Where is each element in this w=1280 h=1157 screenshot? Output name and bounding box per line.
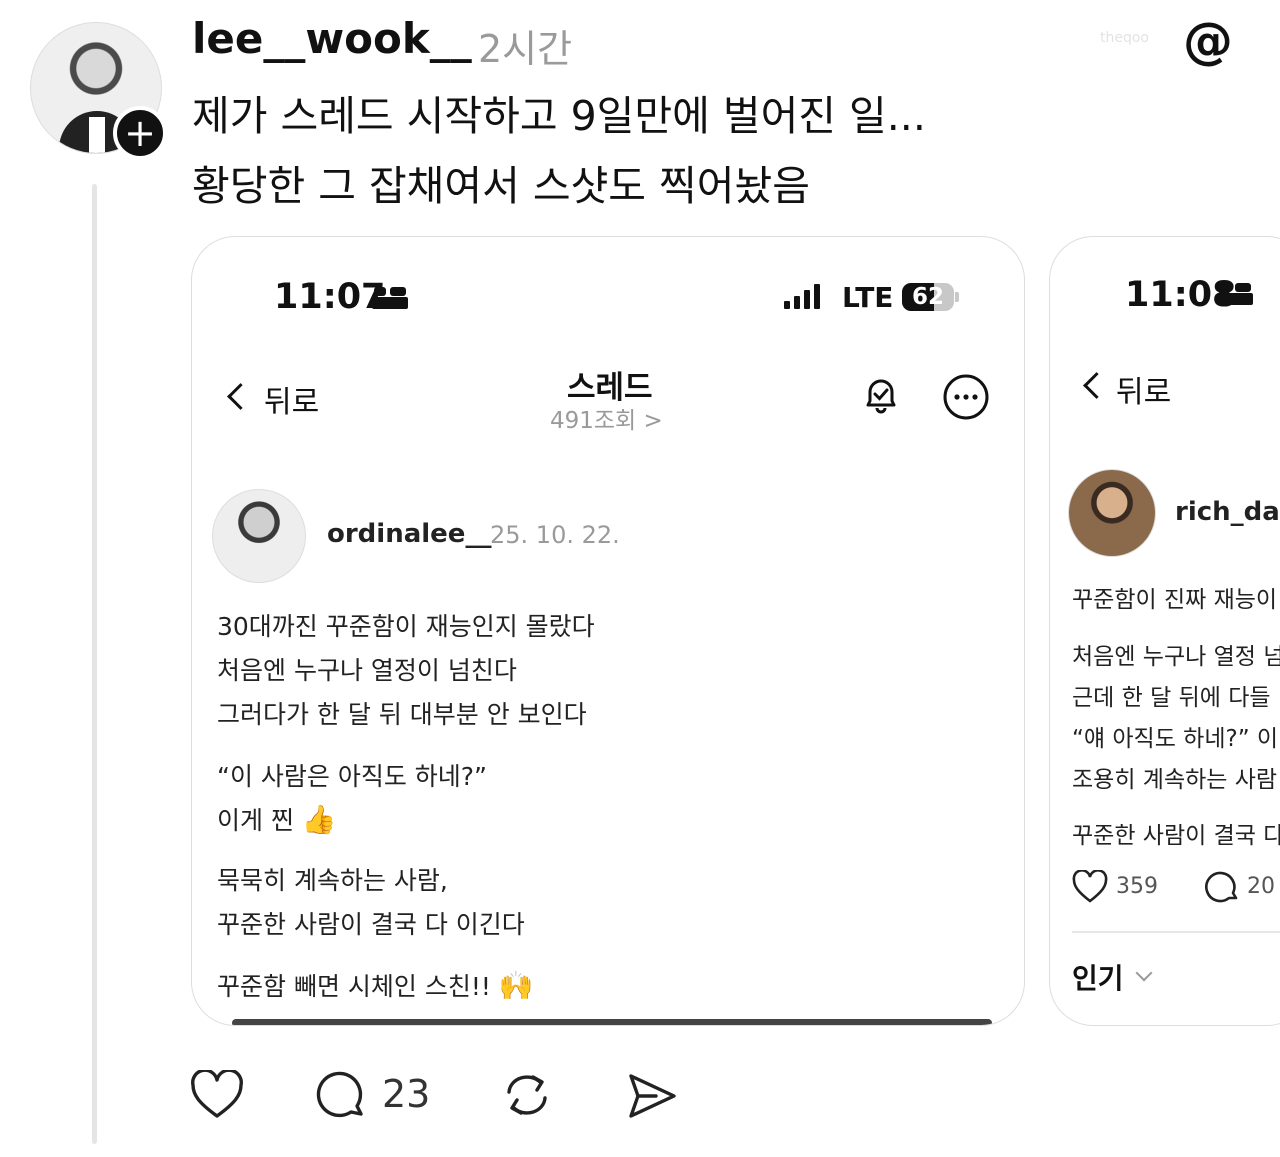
card2-divider — [1072, 931, 1280, 933]
post-author-username[interactable]: ordinalee__ — [327, 519, 491, 549]
repost-icon[interactable] — [500, 1068, 554, 1122]
back-button-2[interactable]: 뒤로 — [1116, 367, 1171, 411]
post-date: 25. 10. 22. — [490, 521, 620, 549]
share-send-icon[interactable] — [626, 1070, 678, 1122]
screenshot-card-1[interactable]: 11:07 LTE 62 뒤로 스레드 491조회 > ordinalee__ … — [191, 236, 1025, 1026]
sort-chevron-icon[interactable] — [1135, 964, 1153, 982]
sort-dropdown[interactable]: 인기 — [1072, 957, 1124, 997]
avatar-shirt — [89, 117, 105, 153]
thread-line — [92, 184, 97, 1144]
reply-bubble-icon-2[interactable] — [1205, 870, 1241, 904]
back-chevron-icon-2[interactable] — [1083, 372, 1110, 399]
author-username[interactable]: lee__wook__ — [192, 14, 472, 63]
watermark: theqoo — [1100, 30, 1149, 46]
media-preview-edge — [232, 1019, 992, 1025]
body2-line-3: 근데 한 달 뒤에 다들 — [1072, 685, 1271, 711]
reply-count: 23 — [382, 1072, 431, 1116]
body-line-6: 묵묵히 계속하는 사람, — [217, 866, 448, 895]
raising-hands-emoji: 🙌 — [498, 969, 534, 1002]
body-line-1: 30대까진 꾸준함이 재능인지 몰랐다 — [217, 612, 595, 641]
sleep-bed-icon-2 — [1217, 283, 1253, 305]
reply-count-2: 20 — [1247, 874, 1275, 899]
battery-icon: 62 — [902, 283, 954, 311]
like-heart-icon-2[interactable] — [1072, 870, 1108, 904]
body2-line-5: 조용히 계속하는 사람 — [1072, 767, 1278, 793]
back-button[interactable]: 뒤로 — [264, 377, 319, 421]
post-author-avatar[interactable] — [212, 489, 306, 583]
post-time-ago: 2시간 — [478, 27, 573, 71]
network-type: LTE — [842, 281, 894, 314]
body-line-8-text: 꾸준함 빼면 시체인 스친!! — [217, 972, 491, 1001]
battery-tip — [955, 292, 959, 302]
body-line-2: 처음엔 누구나 열정이 넘친다 — [217, 656, 517, 685]
threads-logo-icon[interactable]: @ — [1183, 12, 1233, 70]
body-line-5-text: 이게 찐 — [217, 806, 294, 835]
like-heart-icon[interactable] — [190, 1070, 244, 1120]
thumbs-up-emoji: 👍 — [301, 803, 337, 836]
body2-line-1: 꾸준함이 진짜 재능이 — [1072, 587, 1278, 613]
body2-line-4: “얘 아직도 하네?” 이 — [1072, 726, 1279, 752]
post-author-avatar-2[interactable] — [1068, 469, 1156, 557]
body-line-5: 이게 찐 👍 — [217, 801, 337, 837]
battery-level: 62 — [911, 284, 944, 310]
body2-line-2: 처음엔 누구나 열정 넘 — [1072, 644, 1280, 670]
reply-bubble-icon[interactable] — [316, 1070, 368, 1122]
more-options-icon[interactable] — [941, 372, 991, 422]
bell-check-icon[interactable] — [858, 373, 904, 419]
body-line-7: 꾸준한 사람이 결국 다 이긴다 — [217, 910, 525, 939]
body-line-3: 그러다가 한 달 뒤 대부분 안 보인다 — [217, 700, 587, 729]
post-author-username-2[interactable]: rich_dad — [1175, 497, 1280, 527]
status-time: 11:07 — [274, 277, 386, 317]
sleep-bed-icon — [372, 287, 408, 309]
post-text-line-2: 황당한 그 잡채여서 스샷도 찍어놨음 — [192, 162, 810, 210]
signal-bars-icon — [784, 283, 824, 309]
body2-line-6: 꾸준한 사람이 결국 다 — [1072, 823, 1280, 849]
view-count[interactable]: 491조회 > — [550, 401, 663, 435]
post-text-line-1: 제가 스레드 시작하고 9일만에 벌어진 일... — [192, 92, 926, 140]
like-count-2: 359 — [1116, 874, 1158, 899]
body-line-4: “이 사람은 아직도 하네?” — [217, 762, 488, 791]
screenshot-card-2[interactable]: 11:08 뒤로 rich_dad 꾸준함이 진짜 재능이 처음엔 누구나 열정… — [1049, 236, 1280, 1026]
follow-plus-button[interactable]: + — [113, 106, 167, 160]
body-line-8: 꾸준함 빼면 시체인 스친!! 🙌 — [217, 967, 534, 1003]
back-chevron-icon[interactable] — [227, 383, 254, 410]
